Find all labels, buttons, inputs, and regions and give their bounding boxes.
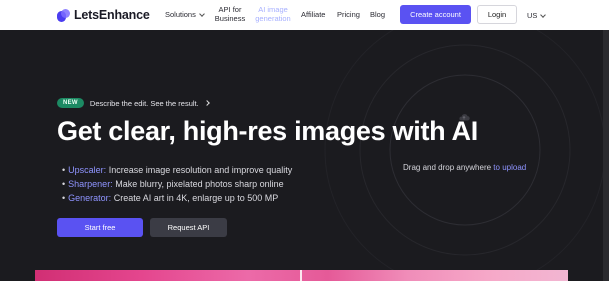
feature-name[interactable]: Upscaler: [68, 165, 106, 175]
nav-solutions[interactable]: Solutions [165, 10, 205, 20]
nav-api-line2: Business [214, 13, 246, 23]
announcement-pill[interactable]: NEW Describe the edit. See the result. [57, 98, 210, 108]
page-scrollbar[interactable] [603, 30, 609, 281]
feature-name[interactable]: Sharpener: [68, 179, 113, 189]
nav-pricing[interactable]: Pricing [337, 10, 360, 20]
feature-list: • Upscaler: Increase image resolution and… [62, 163, 292, 205]
nav-affiliate[interactable]: Affiliate [301, 10, 325, 20]
feature-sharpener: • Sharpener: Make blurry, pixelated photo… [62, 177, 292, 191]
feature-generator: • Generator: Create AI art in 4K, enlarge… [62, 191, 292, 205]
nav-solutions-label: Solutions [165, 10, 196, 19]
feature-text: Create AI art in 4K, enlarge up to 500 M… [113, 193, 279, 203]
language-selector[interactable]: US [527, 11, 547, 20]
feature-text: Make blurry, pixelated photos sharp onli… [115, 179, 284, 189]
start-free-button[interactable]: Start free [57, 218, 143, 237]
logo-text: LetsEnhance [74, 8, 150, 22]
chevron-right-icon [203, 100, 210, 106]
hero-title: Get clear, high-res images with AI [57, 116, 478, 146]
comparison-divider[interactable] [300, 270, 302, 281]
bullet: • [62, 165, 66, 175]
chevron-down-icon [199, 11, 205, 18]
create-account-button[interactable]: Create account [400, 5, 471, 24]
language-label: US [527, 11, 538, 20]
logo-icon [57, 8, 70, 22]
login-button[interactable]: Login [477, 5, 517, 24]
bullet: • [62, 179, 66, 189]
nav-api-for-business[interactable]: API for Business [212, 5, 248, 23]
new-badge: NEW [57, 98, 84, 108]
nav-ai-image-generation[interactable]: AI image generation [255, 5, 291, 23]
request-api-button[interactable]: Request API [150, 218, 227, 237]
chevron-down-icon [540, 11, 547, 18]
dropzone-hint[interactable]: Drag and drop anywhere to upload [403, 163, 526, 172]
dropzone-text: Drag and drop anywhere [403, 163, 492, 172]
feature-name[interactable]: Generator: [68, 193, 111, 203]
feature-text: Increase image resolution and improve qu… [108, 165, 293, 175]
announcement-text: Describe the edit. See the result. [89, 98, 199, 108]
logo[interactable]: LetsEnhance [57, 8, 150, 22]
bullet: • [62, 193, 66, 203]
top-navbar: LetsEnhance Solutions API for Business A… [0, 0, 609, 30]
nav-blog[interactable]: Blog [370, 10, 385, 20]
upload-link[interactable]: to upload [493, 163, 526, 172]
feature-upscaler: • Upscaler: Increase image resolution and… [62, 163, 292, 177]
upload-cloud-icon [459, 114, 470, 121]
nav-ai-line2: generation [255, 13, 291, 23]
